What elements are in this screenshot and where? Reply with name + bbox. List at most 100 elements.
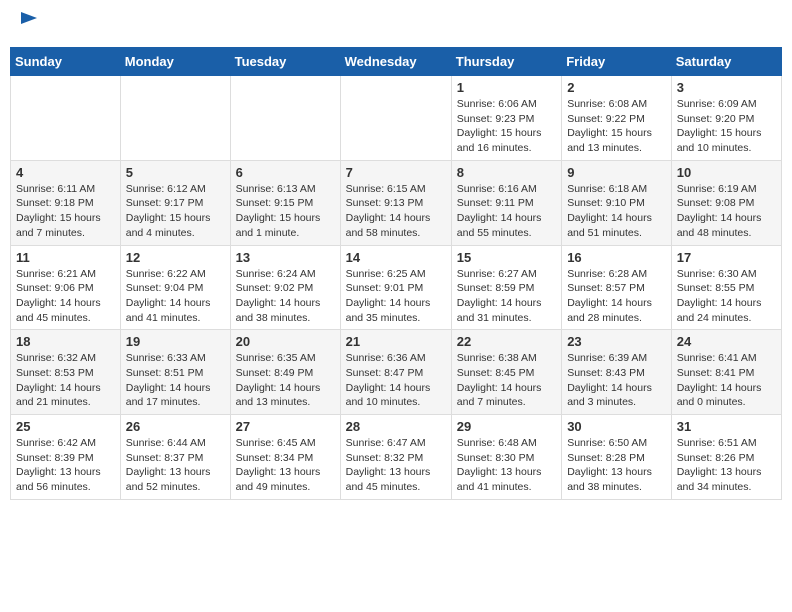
day-number: 25 <box>16 419 115 434</box>
day-info: Sunrise: 6:18 AM Sunset: 9:10 PM Dayligh… <box>567 182 666 241</box>
calendar-cell: 3 Sunrise: 6:09 AM Sunset: 9:20 PM Daylig… <box>671 76 781 161</box>
calendar-cell: 11 Sunrise: 6:21 AM Sunset: 9:06 PM Dayli… <box>11 245 121 330</box>
day-number: 16 <box>567 250 666 265</box>
day-number: 23 <box>567 334 666 349</box>
calendar-cell: 24 Sunrise: 6:41 AM Sunset: 8:41 PM Dayli… <box>671 330 781 415</box>
calendar-cell <box>340 76 451 161</box>
day-info: Sunrise: 6:15 AM Sunset: 9:13 PM Dayligh… <box>346 182 446 241</box>
day-info: Sunrise: 6:24 AM Sunset: 9:02 PM Dayligh… <box>236 267 335 326</box>
day-number: 27 <box>236 419 335 434</box>
day-info: Sunrise: 6:11 AM Sunset: 9:18 PM Dayligh… <box>16 182 115 241</box>
day-number: 10 <box>677 165 776 180</box>
calendar-cell: 7 Sunrise: 6:15 AM Sunset: 9:13 PM Daylig… <box>340 160 451 245</box>
day-info: Sunrise: 6:19 AM Sunset: 9:08 PM Dayligh… <box>677 182 776 241</box>
calendar-cell: 1 Sunrise: 6:06 AM Sunset: 9:23 PM Daylig… <box>451 76 561 161</box>
day-number: 18 <box>16 334 115 349</box>
calendar-cell: 4 Sunrise: 6:11 AM Sunset: 9:18 PM Daylig… <box>11 160 121 245</box>
day-info: Sunrise: 6:21 AM Sunset: 9:06 PM Dayligh… <box>16 267 115 326</box>
day-number: 20 <box>236 334 335 349</box>
calendar-cell: 31Sunrise: 6:51 AM Sunset: 8:26 PM Dayli… <box>671 415 781 500</box>
calendar-cell: 12Sunrise: 6:22 AM Sunset: 9:04 PM Dayli… <box>120 245 230 330</box>
calendar-week-row: 18Sunrise: 6:32 AM Sunset: 8:53 PM Dayli… <box>11 330 782 415</box>
day-info: Sunrise: 6:27 AM Sunset: 8:59 PM Dayligh… <box>457 267 556 326</box>
calendar-cell: 20Sunrise: 6:35 AM Sunset: 8:49 PM Dayli… <box>230 330 340 415</box>
day-number: 7 <box>346 165 446 180</box>
calendar-cell: 26 Sunrise: 6:44 AM Sunset: 8:37 PM Dayli… <box>120 415 230 500</box>
calendar-cell: 16 Sunrise: 6:28 AM Sunset: 8:57 PM Dayli… <box>562 245 672 330</box>
day-number: 2 <box>567 80 666 95</box>
day-info: Sunrise: 6:22 AM Sunset: 9:04 PM Dayligh… <box>126 267 225 326</box>
calendar-cell: 14 Sunrise: 6:25 AM Sunset: 9:01 PM Dayli… <box>340 245 451 330</box>
calendar-cell: 23Sunrise: 6:39 AM Sunset: 8:43 PM Dayli… <box>562 330 672 415</box>
day-number: 9 <box>567 165 666 180</box>
calendar-cell: 29 Sunrise: 6:48 AM Sunset: 8:30 PM Dayli… <box>451 415 561 500</box>
day-info: Sunrise: 6:44 AM Sunset: 8:37 PM Dayligh… <box>126 436 225 495</box>
calendar-cell <box>11 76 121 161</box>
calendar-cell: 25 Sunrise: 6:42 AM Sunset: 8:39 PM Dayli… <box>11 415 121 500</box>
weekday-header-sunday: Sunday <box>11 48 121 76</box>
day-number: 17 <box>677 250 776 265</box>
day-number: 14 <box>346 250 446 265</box>
day-number: 26 <box>126 419 225 434</box>
calendar-table: SundayMondayTuesdayWednesdayThursdayFrid… <box>10 47 782 500</box>
day-number: 6 <box>236 165 335 180</box>
day-info: Sunrise: 6:09 AM Sunset: 9:20 PM Dayligh… <box>677 97 776 156</box>
calendar-week-row: 1 Sunrise: 6:06 AM Sunset: 9:23 PM Daylig… <box>11 76 782 161</box>
day-info: Sunrise: 6:30 AM Sunset: 8:55 PM Dayligh… <box>677 267 776 326</box>
day-number: 24 <box>677 334 776 349</box>
calendar-cell: 30 Sunrise: 6:50 AM Sunset: 8:28 PM Dayli… <box>562 415 672 500</box>
calendar-cell: 17 Sunrise: 6:30 AM Sunset: 8:55 PM Dayli… <box>671 245 781 330</box>
day-number: 22 <box>457 334 556 349</box>
calendar-cell: 28 Sunrise: 6:47 AM Sunset: 8:32 PM Dayli… <box>340 415 451 500</box>
day-number: 29 <box>457 419 556 434</box>
day-number: 28 <box>346 419 446 434</box>
day-info: Sunrise: 6:28 AM Sunset: 8:57 PM Dayligh… <box>567 267 666 326</box>
calendar-cell <box>120 76 230 161</box>
day-number: 19 <box>126 334 225 349</box>
weekday-header-wednesday: Wednesday <box>340 48 451 76</box>
weekday-header-friday: Friday <box>562 48 672 76</box>
logo <box>15 10 45 39</box>
weekday-header-tuesday: Tuesday <box>230 48 340 76</box>
day-number: 21 <box>346 334 446 349</box>
day-info: Sunrise: 6:13 AM Sunset: 9:15 PM Dayligh… <box>236 182 335 241</box>
calendar-cell: 21 Sunrise: 6:36 AM Sunset: 8:47 PM Dayli… <box>340 330 451 415</box>
day-info: Sunrise: 6:50 AM Sunset: 8:28 PM Dayligh… <box>567 436 666 495</box>
day-number: 5 <box>126 165 225 180</box>
day-number: 31 <box>677 419 776 434</box>
day-number: 11 <box>16 250 115 265</box>
day-info: Sunrise: 6:41 AM Sunset: 8:41 PM Dayligh… <box>677 351 776 410</box>
day-number: 3 <box>677 80 776 95</box>
calendar-week-row: 4 Sunrise: 6:11 AM Sunset: 9:18 PM Daylig… <box>11 160 782 245</box>
day-number: 13 <box>236 250 335 265</box>
calendar-cell: 27 Sunrise: 6:45 AM Sunset: 8:34 PM Dayli… <box>230 415 340 500</box>
logo-general-line <box>15 10 41 39</box>
calendar-cell: 13 Sunrise: 6:24 AM Sunset: 9:02 PM Dayli… <box>230 245 340 330</box>
calendar-cell: 9 Sunrise: 6:18 AM Sunset: 9:10 PM Daylig… <box>562 160 672 245</box>
calendar-cell: 8Sunrise: 6:16 AM Sunset: 9:11 PM Daylig… <box>451 160 561 245</box>
day-number: 15 <box>457 250 556 265</box>
calendar-cell: 6 Sunrise: 6:13 AM Sunset: 9:15 PM Daylig… <box>230 160 340 245</box>
day-info: Sunrise: 6:36 AM Sunset: 8:47 PM Dayligh… <box>346 351 446 410</box>
day-info: Sunrise: 6:08 AM Sunset: 9:22 PM Dayligh… <box>567 97 666 156</box>
day-number: 4 <box>16 165 115 180</box>
logo-flag-icon <box>17 10 41 34</box>
day-number: 30 <box>567 419 666 434</box>
day-number: 1 <box>457 80 556 95</box>
calendar-cell: 19 Sunrise: 6:33 AM Sunset: 8:51 PM Dayli… <box>120 330 230 415</box>
calendar-cell: 18Sunrise: 6:32 AM Sunset: 8:53 PM Dayli… <box>11 330 121 415</box>
day-info: Sunrise: 6:45 AM Sunset: 8:34 PM Dayligh… <box>236 436 335 495</box>
calendar-header-row: SundayMondayTuesdayWednesdayThursdayFrid… <box>11 48 782 76</box>
day-info: Sunrise: 6:06 AM Sunset: 9:23 PM Dayligh… <box>457 97 556 156</box>
day-info: Sunrise: 6:25 AM Sunset: 9:01 PM Dayligh… <box>346 267 446 326</box>
calendar-week-row: 11 Sunrise: 6:21 AM Sunset: 9:06 PM Dayli… <box>11 245 782 330</box>
day-info: Sunrise: 6:42 AM Sunset: 8:39 PM Dayligh… <box>16 436 115 495</box>
logo-text-block <box>15 10 41 39</box>
weekday-header-saturday: Saturday <box>671 48 781 76</box>
calendar-cell: 10 Sunrise: 6:19 AM Sunset: 9:08 PM Dayli… <box>671 160 781 245</box>
day-info: Sunrise: 6:33 AM Sunset: 8:51 PM Dayligh… <box>126 351 225 410</box>
day-info: Sunrise: 6:48 AM Sunset: 8:30 PM Dayligh… <box>457 436 556 495</box>
day-info: Sunrise: 6:16 AM Sunset: 9:11 PM Dayligh… <box>457 182 556 241</box>
calendar-cell: 2 Sunrise: 6:08 AM Sunset: 9:22 PM Daylig… <box>562 76 672 161</box>
day-info: Sunrise: 6:47 AM Sunset: 8:32 PM Dayligh… <box>346 436 446 495</box>
